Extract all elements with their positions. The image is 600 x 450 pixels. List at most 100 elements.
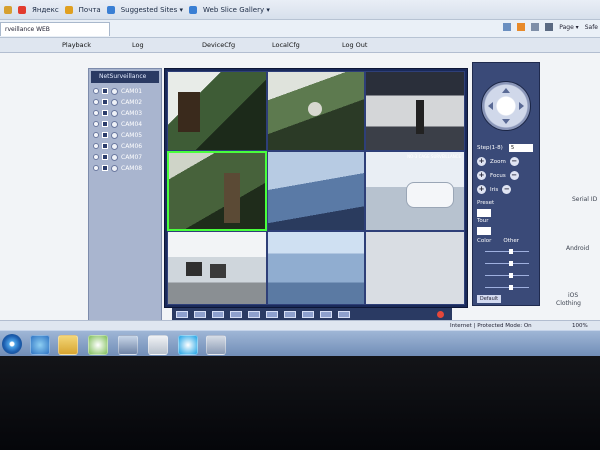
- tab-bar: rveillance WEB Page ▾ Safe: [0, 20, 600, 38]
- camera-item[interactable]: CAM01: [93, 86, 142, 96]
- arrow-up-icon[interactable]: [502, 84, 510, 93]
- fullscreen-icon[interactable]: [176, 310, 188, 318]
- prev-icon[interactable]: [266, 310, 278, 318]
- status-icon: [93, 132, 99, 138]
- arrow-right-icon[interactable]: [519, 102, 528, 110]
- focus-in-button[interactable]: +: [477, 171, 486, 180]
- slider-knob[interactable]: [509, 273, 513, 278]
- menu-logout[interactable]: Log Out: [342, 41, 367, 49]
- browser-tab[interactable]: rveillance WEB: [0, 22, 110, 36]
- favorite-link[interactable]: Яндекс: [32, 6, 59, 14]
- zoom-level[interactable]: 100%: [572, 323, 588, 329]
- favorites-star-icon[interactable]: [4, 5, 12, 14]
- record-icon: [111, 120, 118, 128]
- camera-item[interactable]: CAM06: [93, 141, 142, 151]
- video-channel-6[interactable]: NO-3 CAGE SURVEILLANCE: [365, 151, 465, 231]
- camera-item[interactable]: CAM07: [93, 152, 142, 162]
- snapshot-icon[interactable]: [302, 310, 314, 318]
- favorite-link[interactable]: Почта: [79, 6, 101, 14]
- tab-color[interactable]: Color: [477, 238, 491, 244]
- slider-knob[interactable]: [509, 261, 513, 266]
- preset-row: Preset: [477, 200, 494, 206]
- ptz-direction-pad[interactable]: [481, 81, 531, 131]
- start-button[interactable]: [2, 334, 22, 354]
- iris-in-button[interactable]: +: [477, 185, 486, 194]
- split4-icon[interactable]: [212, 310, 224, 318]
- next-icon[interactable]: [284, 310, 296, 318]
- arrow-left-icon[interactable]: [484, 102, 493, 110]
- tree-trunk-shape: [224, 173, 240, 223]
- tree-root[interactable]: NetSurveillance: [91, 71, 159, 83]
- hue-slider[interactable]: [485, 285, 529, 294]
- monitor-screen: Яндекс Почта Suggested Sites ▾ Web Slice…: [0, 0, 600, 356]
- split16-icon[interactable]: [248, 310, 260, 318]
- favorite-link[interactable]: Web Slice Gallery ▾: [203, 6, 270, 14]
- video-channel-7[interactable]: [167, 231, 267, 305]
- page-menu[interactable]: Page ▾: [559, 24, 578, 31]
- video-channel-empty[interactable]: [365, 231, 465, 305]
- record-icon[interactable]: [320, 310, 332, 318]
- focus-row: + Focus −: [477, 171, 519, 180]
- preset-input[interactable]: [477, 209, 491, 217]
- favorite-link[interactable]: Suggested Sites ▾: [121, 6, 183, 14]
- chrome-icon[interactable]: [88, 335, 108, 355]
- camera-icon: [102, 143, 108, 149]
- camera-label: CAM04: [121, 120, 143, 128]
- record-icon: [111, 164, 118, 172]
- tab-other[interactable]: Other: [503, 238, 519, 244]
- saturation-slider[interactable]: [485, 273, 529, 282]
- camera-label: CAM06: [121, 142, 143, 150]
- camera-item[interactable]: CAM08: [93, 163, 142, 173]
- stop-icon[interactable]: [437, 311, 444, 318]
- ie-app-icon[interactable]: [206, 335, 226, 355]
- chair-shape: [186, 262, 202, 276]
- mail-icon[interactable]: [531, 23, 540, 31]
- camera-icon: [102, 121, 108, 127]
- brightness-slider[interactable]: [485, 249, 529, 258]
- lamp-shape: [308, 102, 322, 116]
- menu-playback[interactable]: Playback: [62, 41, 91, 49]
- camera-item[interactable]: CAM05: [93, 130, 142, 140]
- print-icon[interactable]: [545, 23, 554, 31]
- arrow-down-icon[interactable]: [502, 119, 510, 128]
- camera-item[interactable]: CAM04: [93, 119, 142, 129]
- contrast-slider[interactable]: [485, 261, 529, 270]
- skype-icon[interactable]: [178, 335, 198, 355]
- teamviewer-icon[interactable]: [118, 335, 138, 355]
- video-channel-4-selected[interactable]: [167, 151, 267, 231]
- camera-icon: [102, 110, 108, 116]
- video-channel-5[interactable]: [267, 151, 365, 231]
- default-button[interactable]: Default: [477, 295, 501, 303]
- menu-log[interactable]: Log: [132, 41, 144, 49]
- split1-icon[interactable]: [194, 310, 206, 318]
- printer-icon[interactable]: [148, 335, 168, 355]
- zoom-in-button[interactable]: +: [477, 157, 486, 166]
- safety-menu[interactable]: Safe: [585, 24, 598, 31]
- iris-out-button[interactable]: −: [502, 185, 512, 194]
- tour-input[interactable]: [477, 227, 491, 235]
- audio-icon[interactable]: [338, 310, 350, 318]
- step-select[interactable]: 5: [509, 144, 533, 152]
- home-icon[interactable]: [503, 23, 512, 31]
- zoom-out-button[interactable]: −: [509, 157, 519, 166]
- camera-item[interactable]: CAM03: [93, 108, 142, 118]
- video-channel-3[interactable]: [365, 71, 465, 151]
- focus-label: Focus: [490, 172, 506, 179]
- split9-icon[interactable]: [230, 310, 242, 318]
- menu-localcfg[interactable]: LocalCfg: [272, 41, 300, 49]
- status-icon: [93, 99, 99, 105]
- favorites-bar: Яндекс Почта Suggested Sites ▾ Web Slice…: [0, 0, 600, 20]
- ie-icon[interactable]: [30, 335, 50, 355]
- focus-out-button[interactable]: −: [509, 171, 519, 180]
- slider-knob[interactable]: [509, 285, 513, 290]
- menu-devicecfg[interactable]: DeviceCfg: [202, 41, 235, 49]
- camera-item[interactable]: CAM02: [93, 97, 142, 107]
- step-label: Step(1-8): [477, 145, 503, 151]
- device-tree: NetSurveillance CAM01 CAM02 CAM03 CAM04 …: [88, 68, 162, 324]
- slider-knob[interactable]: [509, 249, 513, 254]
- video-channel-2[interactable]: [267, 71, 365, 151]
- video-channel-8[interactable]: [267, 231, 365, 305]
- feeds-icon[interactable]: [517, 23, 526, 31]
- folder-icon[interactable]: [58, 335, 78, 355]
- video-channel-1[interactable]: [167, 71, 267, 151]
